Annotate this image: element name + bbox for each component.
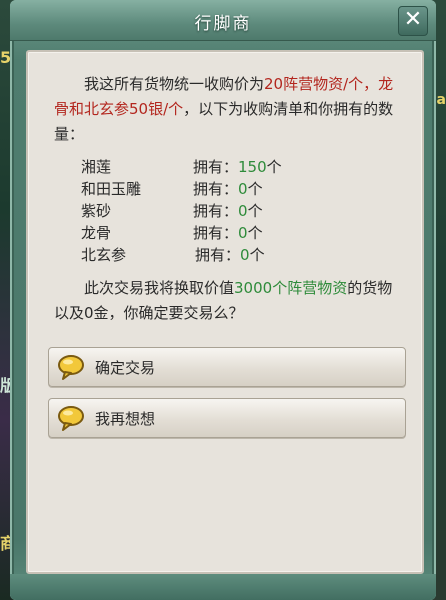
list-item: 湘莲 拥有：150个 [81,156,401,178]
item-owned: 拥有：0个 [193,202,263,220]
confirm-trade-button[interactable]: 确定交易 [48,347,406,387]
confirm-question: 此次交易我将换取价值3000个阵营物资的货物以及0金，你确定要交易么？ [54,276,404,326]
list-item: 和田玉雕 拥有：0个 [81,178,401,200]
purchase-list: 湘莲 拥有：150个 和田玉雕 拥有：0个 紫砂 拥有：0个 龙骨 拥有：0个 … [81,156,401,266]
confirm-value-highlight: 3000个阵营物资 [234,279,348,297]
item-owned: 拥有：0个 [195,246,265,264]
close-icon: ✕ [403,7,423,32]
intro-part1: 我这所有货物统一收购价为 [84,75,265,93]
content-panel: 我这所有货物统一收购价为20阵营物资/个，龙骨和北玄参50银/个，以下为收购清单… [26,50,424,574]
item-name: 龙骨 [81,224,112,242]
speech-bubble-icon [58,406,84,431]
intro-text: 我这所有货物统一收购价为20阵营物资/个，龙骨和北玄参50银/个，以下为收购清单… [54,72,404,147]
edge-glyph-right-top: a [436,92,446,108]
dialog-title: 行脚商 [194,14,252,34]
item-name: 紫砂 [81,202,112,220]
close-button[interactable]: ✕ [398,6,428,36]
reconsider-label: 我再想想 [95,410,156,428]
merchant-dialog: 行脚商 ✕ 我这所有货物统一收购价为20阵营物资/个，龙骨和北玄参50银/个，以… [10,0,436,600]
list-item: 紫砂 拥有：0个 [81,200,401,222]
item-name: 北玄参 [81,246,127,264]
reconsider-button[interactable]: 我再想想 [48,398,406,438]
item-owned: 拥有：150个 [193,158,282,176]
list-item: 北玄参 拥有：0个 [81,244,401,266]
title-bar: 行脚商 ✕ [10,0,436,41]
item-name: 和田玉雕 [81,180,142,198]
speech-bubble-icon [58,355,84,380]
item-name: 湘莲 [81,158,112,176]
item-owned: 拥有：0个 [193,180,263,198]
bottom-bar [10,574,436,600]
item-owned: 拥有：0个 [193,224,263,242]
confirm-part1: 此次交易我将换取价值 [84,279,235,297]
confirm-trade-label: 确定交易 [95,359,156,377]
list-item: 龙骨 拥有：0个 [81,222,401,244]
